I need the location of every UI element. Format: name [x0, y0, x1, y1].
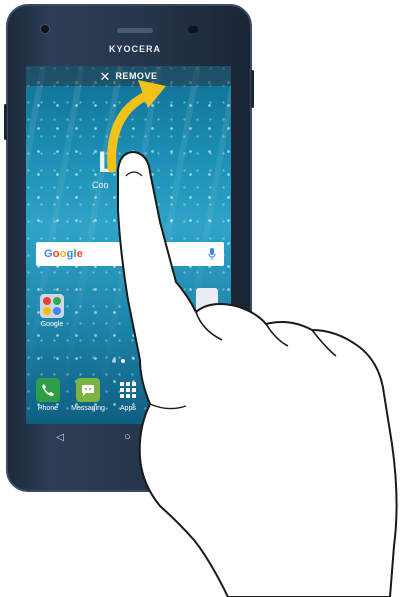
hand-illustration	[117, 151, 398, 597]
gesture-illustration	[107, 80, 398, 597]
